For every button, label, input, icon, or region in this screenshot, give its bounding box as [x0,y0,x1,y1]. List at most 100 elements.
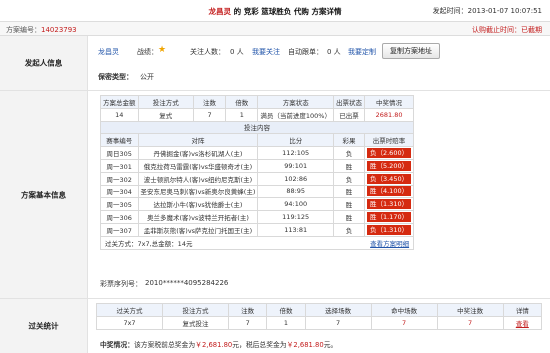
auto-follow-count: 0 人 [327,48,341,56]
summary-header: 投注方式 [137,95,194,109]
match-odds-tag: 负（1.310） [366,224,412,235]
match-score: 113:81 [257,222,334,237]
pass-row: 7x7 复式投注 7 1 7 7 7 查看 [96,315,543,330]
match-no: 周一307 [100,222,139,237]
prize-amount-aftertax: ￥2,681.80 [286,341,324,349]
plan-id-label: 方案编号： [6,26,41,34]
match-no: 周一304 [100,184,139,199]
match-teams: 丹佛掘金(客)vs洛杉矶湖人(主) [137,146,259,160]
summary-ticket-status: 已出票 [332,107,365,122]
match-odds-tag: 胜（1.170） [366,212,412,223]
page-title-rest: 的 竞彩 篮球胜负 代购 方案详情 [233,7,342,16]
match-header: 对阵 [137,133,259,148]
summary-total: 14 [100,107,139,122]
pass-table: 过关方式 投注方式 注数 倍数 选择场数 命中场数 中奖注数 详情 7x7 复式… [96,303,543,330]
pass-bet-mode: 复式投注 [162,315,229,330]
pass-multiple: 1 [266,315,306,330]
page-header: 龙昌灵 的 竞彩 篮球胜负 代购 方案详情 发起时间：2013-01-07 10… [0,0,550,22]
match-teams: 波士顿凯尔特人(客)vs纽约尼克斯(主) [137,171,259,186]
publish-time-label: 发起时间： [432,7,468,15]
pass-info: 过关方式：7x7,总金额：14元 [100,235,334,250]
match-header: 比分 [257,133,334,148]
match-odds-cell: 胜（5.200） [363,158,415,173]
match-odds-cell: 胜（1.170） [363,210,415,224]
pass-hit: 7 [370,315,438,330]
match-row: 周一305 达拉斯小牛(客)vs犹他爵士(主) 94:100 胜 胜（1.310… [100,197,415,212]
summary-multiple: 1 [225,107,259,122]
pass-header: 倍数 [266,303,306,317]
pass-detail-link[interactable]: 查看 [516,320,529,328]
pass-detail-cell: 查看 [502,315,543,330]
match-row: 周一306 奥兰多魔术(客)vs波特兰开拓者(主) 119:125 胜 胜（1.… [100,210,415,224]
publish-time: 发起时间：2013-01-07 10:07:51 [433,6,542,16]
pass-header: 注数 [227,303,268,317]
plan-section-title: 方案基本信息 [21,190,66,199]
follow-count: 0 人 [230,48,244,56]
publish-time-value: 2013-01-07 10:07:51 [467,7,542,15]
match-header: 彩果 [332,133,365,148]
match-odds-cell: 胜（4.100） [363,184,415,199]
match-odds-tag: 胜（4.100） [366,186,412,197]
pass-section-title: 过关统计 [28,321,59,331]
match-table: 方案总金额 投注方式 注数 倍数 方案状态 出票状态 中奖情况 14 复式 7 … [99,95,415,250]
summary-bets: 7 [192,107,227,122]
summary-header: 方案总金额 [100,95,139,109]
match-score: 88:95 [257,184,334,199]
follow-link[interactable]: 我要关注 [252,47,280,57]
match-result: 负 [332,146,365,160]
match-teams: 孟菲斯灰熊(客)vs萨克拉门托国王(主) [137,222,259,237]
privacy-label: 保密类型： [98,73,133,81]
pass-winning: 7 [436,315,504,330]
ticket-number: 2010******4095284226 [145,279,229,287]
pass-header: 投注方式 [162,303,229,317]
pass-header: 过关方式 [96,303,163,317]
pass-section: 过关统计 过关方式 投注方式 注数 倍数 选择场数 命中场数 中奖注数 详情 7… [0,299,550,353]
match-header: 赛事编号 [100,133,139,148]
copy-address-button[interactable]: 复制方案地址 [382,43,440,59]
summary-mode: 复式 [137,107,194,122]
match-odds-tag: 胜（1.310） [366,199,412,210]
summary-header: 方案状态 [257,95,334,109]
match-score: 119:125 [257,210,334,224]
match-odds-tag: 负（3.450） [366,173,412,184]
pass-header: 命中场数 [370,303,438,317]
initiator-name-title: 龙昌灵 [208,7,231,16]
initiator-link[interactable]: 龙昌灵 [98,47,119,57]
match-no: 周日305 [100,146,139,160]
match-odds-cell: 负（1.310） [363,222,415,237]
auto-follow-link[interactable]: 我要定制 [348,47,376,57]
match-odds-tag: 胜（5.200） [366,160,412,171]
details-link[interactable]: 查看方案明细 [370,240,409,248]
prize-text-3: 元。 [323,341,338,349]
pass-header: 详情 [502,303,543,317]
match-score: 112:105 [257,146,334,160]
plan-section-label: 方案基本信息 [0,91,88,298]
match-teams: 奥兰多魔术(客)vs波特兰开拓者(主) [137,210,259,224]
pass-selected: 7 [304,315,372,330]
prize-summary-label: 中奖情况： [100,341,134,349]
prize-text-2: 元，税后总奖金为 [232,341,287,349]
initiator-section-label: 发起人信息 [0,36,88,90]
summary-header: 倍数 [225,95,259,109]
match-score: 102:86 [257,171,334,186]
deadline-status: 认购截止时间：已截期 [472,26,542,34]
content-title: 投注内容 [99,120,415,135]
summary-prize: 2681.80 [363,107,415,122]
pass-header-row: 过关方式 投注方式 注数 倍数 选择场数 命中场数 中奖注数 详情 [96,303,543,317]
match-row: 周一301 俄克拉荷马雷霆(客)vs华盛顿奇才(主) 99:101 胜 胜（5.… [100,158,415,173]
match-result: 胜 [332,184,365,199]
star-icon: ★ [158,45,167,55]
content-title-row: 投注内容 [99,120,415,135]
match-result: 胜 [332,197,365,212]
prize-text-1: 该方案税前总奖金为 [133,341,196,349]
pass-mode: 7x7 [96,315,163,330]
auto-follow-label: 自动跟单： [288,48,323,56]
match-result: 负 [332,222,365,237]
summary-header-row: 方案总金额 投注方式 注数 倍数 方案状态 出票状态 中奖情况 [100,95,415,109]
plan-section: 方案基本信息 方案总金额 投注方式 注数 倍数 方案状态 出票状态 中奖情况 1… [0,91,550,299]
plan-id-bar: 方案编号：14023793 认购截止时间：已截期 [0,21,550,36]
summary-status: 满员（当前进度100%） [257,107,334,122]
match-no: 周一306 [100,210,139,224]
match-teams: 俄克拉荷马雷霆(客)vs华盛顿奇才(主) [137,158,259,173]
privacy-value: 公开 [140,73,154,81]
